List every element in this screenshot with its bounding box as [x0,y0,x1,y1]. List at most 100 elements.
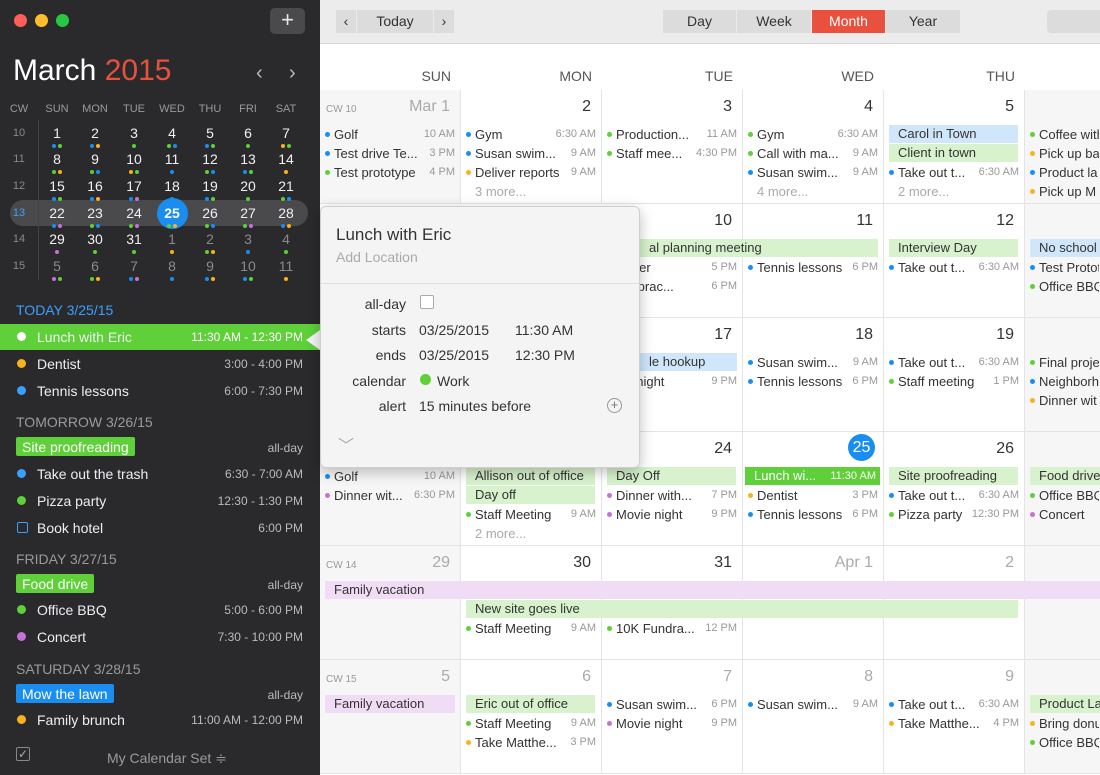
day-cell[interactable] [1025,546,1100,660]
mini-day[interactable]: 25 [153,205,191,221]
agenda-event[interactable]: Dentist 3:00 - 4:00 PM [0,351,320,377]
allday-event[interactable]: le hookup [640,353,737,371]
event[interactable]: Staff meeting 1 PM [889,372,1019,390]
day-cell[interactable]: 12 Interview Day Take out t... 6:30 AM [884,204,1025,318]
add-alert-icon[interactable]: + [607,398,622,413]
event[interactable]: Movie night 9 PM [607,505,737,523]
event[interactable]: Office BBQ [1030,733,1099,751]
allday-event[interactable]: Carol in Town [889,125,1018,143]
event[interactable]: Take out t... 6:30 AM [889,486,1019,504]
event[interactable]: Production... 11 AM [607,125,737,143]
allday-event[interactable]: Day off [466,486,595,504]
mini-day[interactable]: 6 [76,258,114,274]
day-cell[interactable]: 2 Gym 6:30 AM Susan swim... 9 AM Deliver r… [461,90,602,204]
event[interactable]: Take out t... 6:30 AM [889,258,1019,276]
mini-day[interactable]: 11 [153,151,191,167]
event[interactable]: Take out t... 6:30 AM [889,695,1019,713]
day-cell[interactable]: 7 Susan swim... 6 PM Movie night 9 PM [602,660,743,774]
selected-event[interactable]: Lunch wi... 11:30 AM [745,467,880,485]
allday-event[interactable]: No school [1030,239,1100,257]
event[interactable]: Gym 6:30 AM [466,125,596,143]
agenda-event[interactable]: Office BBQ 5:00 - 6:00 PM [0,597,320,623]
mini-day[interactable]: 5 [38,258,76,274]
mini-day[interactable]: 2 [191,231,229,247]
start-time[interactable]: 11:30 AM [515,322,573,338]
event[interactable]: Staff mee... 4:30 PM [607,144,737,162]
more-events-link[interactable]: 2 more... [898,184,949,199]
event[interactable]: Office BBQ [1030,277,1099,295]
allday-event[interactable]: Family vacation [325,581,1100,599]
mini-day[interactable]: 8 [153,258,191,274]
day-cell[interactable]: 11 Tennis lessons 6 PM [743,204,884,318]
agenda-event[interactable]: Book hotel 6:00 PM [0,515,320,541]
end-time[interactable]: 12:30 PM [515,347,575,363]
more-events-link[interactable]: 3 more... [475,184,526,199]
view-week-tab[interactable]: Week [737,10,811,33]
event[interactable]: Tennis lessons 6 PM [748,505,878,523]
mini-day[interactable]: 15 [38,178,76,194]
mini-day[interactable]: 4 [153,125,191,141]
event[interactable]: Product la [1030,163,1099,181]
add-event-button[interactable]: + [270,8,305,34]
mini-day[interactable]: 9 [191,258,229,274]
mini-day[interactable]: 3 [115,125,153,141]
location-field[interactable]: Add Location [336,249,418,265]
mini-day[interactable]: 9 [76,151,114,167]
event[interactable]: Gym 6:30 AM [748,125,878,143]
day-cell[interactable]: 5 Carol in Town Client in town Take out … [884,90,1025,204]
event[interactable]: Susan swim... 9 AM [748,163,878,181]
event[interactable]: 10K Fundra... 12 PM [607,619,737,637]
event[interactable]: Concert [1030,505,1099,523]
allday-event[interactable]: Eric out of office [466,695,595,713]
agenda-event[interactable]: Pizza party 12:30 - 1:30 PM [0,488,320,514]
day-cell[interactable]: CW 10 Mar 1 Golf 10 AM Test drive Te... 3 … [320,90,461,204]
allday-event[interactable]: Interview Day [889,239,1018,257]
checkbox-icon[interactable]: ✓ [16,747,30,761]
agenda-event[interactable]: Concert 7:30 - 10:00 PM [0,624,320,650]
event[interactable]: Neighborh [1030,372,1099,390]
calendar-set-selector[interactable]: My Calendar Set ≑ [107,750,227,767]
day-cell[interactable]: 19 Take out t... 6:30 AM Staff meeting 1 P… [884,318,1025,432]
mini-day[interactable]: 17 [115,178,153,194]
event[interactable]: Test prototype 4 PM [325,163,455,181]
day-cell[interactable]: 25 Lunch wi... 11:30 AM Dentist 3 PM Tenni… [743,432,884,546]
mini-day[interactable]: 13 [229,151,267,167]
mini-day[interactable]: 21 [267,178,305,194]
view-year-tab[interactable]: Year [886,10,960,33]
agenda-event[interactable]: Take out the trash 6:30 - 7:00 AM [0,461,320,487]
event[interactable]: Take Matthe... 3 PM [466,733,596,751]
view-day-tab[interactable]: Day [663,10,736,33]
event[interactable]: Movie night 9 PM [607,714,737,732]
chevron-down-icon[interactable]: ﹀ [338,432,354,456]
allday-event[interactable]: Product La [1030,695,1100,713]
event[interactable]: Take Matthe... 4 PM [889,714,1019,732]
mini-day[interactable]: 12 [191,151,229,167]
event[interactable]: Pizza party 12:30 PM [889,505,1019,523]
end-date[interactable]: 03/25/2015 [419,347,489,363]
minimize-window-icon[interactable] [35,14,48,27]
event[interactable]: Staff Meeting 9 AM [466,714,596,732]
search-field[interactable] [1047,10,1100,33]
day-cell[interactable]: No school Test Protot Office BBQ [1025,204,1100,318]
event[interactable]: Dinner wit... 6:30 PM [325,486,455,504]
day-cell[interactable]: Coffee with Pick up ba Product la Pick u… [1025,90,1100,204]
mini-day[interactable]: 11 [267,258,305,274]
event[interactable]: Test drive Te... 3 PM [325,144,455,162]
zoom-window-icon[interactable] [56,14,69,27]
mini-day[interactable]: 14 [267,151,305,167]
event[interactable]: Golf 10 AM [325,467,455,485]
start-date[interactable]: 03/25/2015 [419,322,489,338]
mini-day[interactable]: 22 [38,205,76,221]
day-cell[interactable]: 8 Susan swim... 9 AM [743,660,884,774]
agenda-event[interactable]: Lunch with Eric 11:30 AM - 12:30 PM [0,324,320,350]
allday-event[interactable]: Food drive [1030,467,1100,485]
mini-day[interactable]: 1 [38,125,76,141]
calendar-selector[interactable]: Work [437,373,469,389]
mini-day[interactable]: 3 [229,231,267,247]
day-cell[interactable]: 4 Gym 6:30 AM Call with ma... 9 AM Susan s… [743,90,884,204]
close-window-icon[interactable] [14,14,27,27]
event[interactable]: Bring donu [1030,714,1099,732]
today-button[interactable]: Today [357,10,433,33]
event[interactable]: Susan swim... 9 AM [748,353,878,371]
event[interactable]: Staff Meeting 9 AM [466,505,596,523]
